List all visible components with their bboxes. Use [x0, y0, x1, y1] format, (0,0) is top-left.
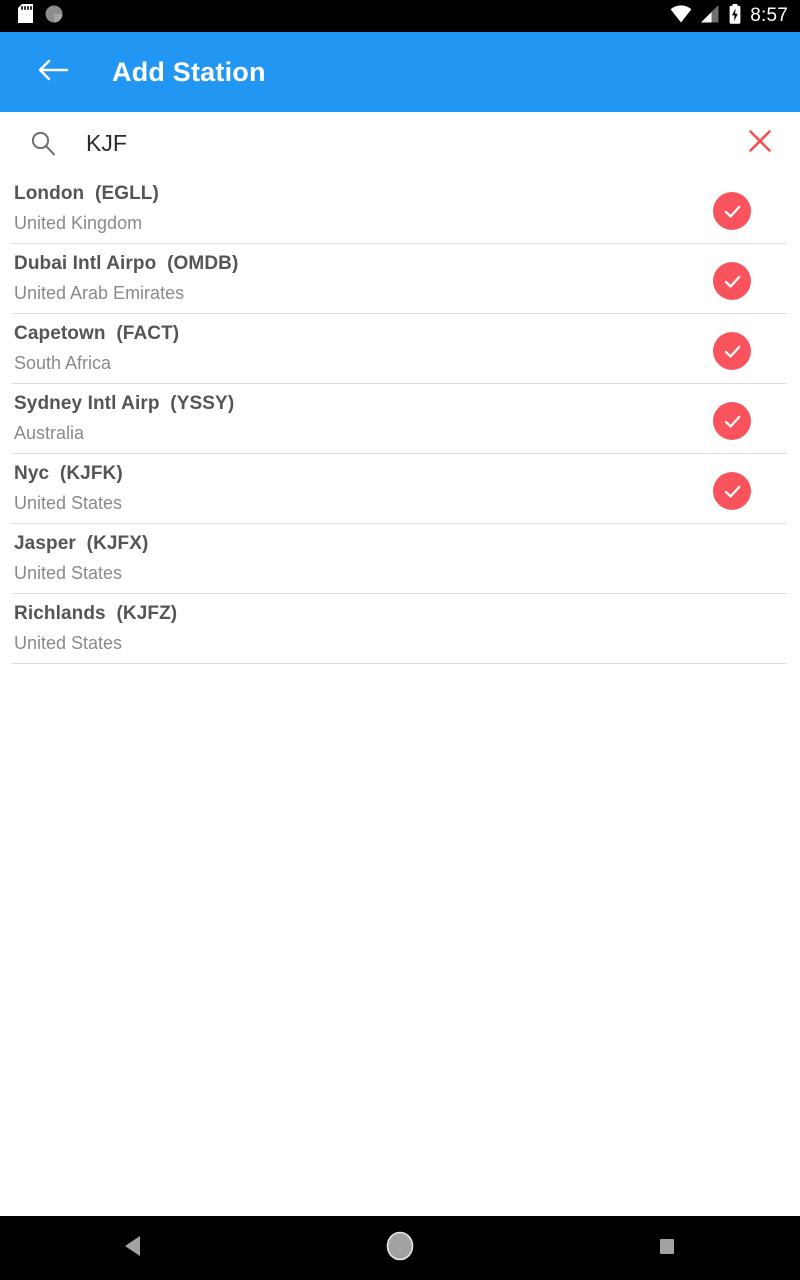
table-row[interactable]: Jasper (KJFX) United States	[0, 524, 800, 594]
wifi-icon	[670, 4, 692, 28]
selected-check-badge[interactable]	[713, 402, 751, 440]
station-icao-code: (EGLL)	[95, 183, 159, 204]
row-divider	[12, 663, 787, 664]
check-icon	[724, 415, 740, 428]
check-icon	[724, 345, 740, 358]
table-row[interactable]: Capetown (FACT) South Africa	[0, 314, 800, 384]
nav-back-button[interactable]	[73, 1216, 193, 1280]
home-circle-icon	[386, 1231, 414, 1266]
station-icao-code: (FACT)	[116, 323, 180, 344]
check-icon	[724, 275, 740, 288]
clear-search-button[interactable]	[742, 125, 778, 161]
recents-square-icon	[657, 1235, 677, 1262]
search-bar	[0, 112, 800, 174]
station-city: Capetown	[14, 323, 106, 344]
station-name: Dubai Intl Airpo (OMDB)	[14, 252, 788, 276]
battery-charging-icon	[729, 3, 741, 29]
station-country: United States	[14, 493, 123, 513]
page-title: Add Station	[112, 56, 266, 87]
sd-card-icon	[18, 4, 33, 28]
station-result-list: London (EGLL) United Kingdom Dubai Intl …	[0, 174, 800, 1216]
selected-check-badge[interactable]	[713, 262, 751, 300]
status-bar-clock: 8:57	[750, 4, 788, 26]
station-row-texts: Capetown (FACT) South Africa	[12, 314, 788, 375]
selected-check-badge[interactable]	[713, 332, 751, 370]
station-city: Sydney Intl Airp	[14, 393, 160, 414]
cellular-signal-icon	[701, 4, 720, 28]
station-row-texts: Richlands (KJFZ) United States	[12, 594, 788, 655]
station-city: London	[14, 183, 85, 204]
station-row-texts: Jasper (KJFX) United States	[12, 524, 788, 585]
station-city: Jasper	[14, 533, 76, 554]
station-country: United Kingdom	[14, 213, 143, 233]
close-x-icon	[747, 128, 773, 159]
check-icon	[724, 205, 740, 218]
station-country: United States	[14, 563, 123, 583]
nav-home-button[interactable]	[340, 1216, 460, 1280]
station-country: South Africa	[14, 353, 112, 373]
table-row[interactable]: Dubai Intl Airpo (OMDB) United Arab Emir…	[0, 244, 800, 314]
status-bar: 8:57	[0, 0, 800, 32]
station-name: Jasper (KJFX)	[14, 532, 788, 556]
station-city: Richlands	[14, 603, 106, 624]
selected-check-badge[interactable]	[713, 472, 751, 510]
nav-recents-button[interactable]	[607, 1216, 727, 1280]
search-icon	[28, 128, 58, 158]
station-country: Australia	[14, 423, 85, 443]
station-name: London (EGLL)	[14, 182, 788, 206]
back-triangle-icon	[123, 1235, 143, 1262]
station-row-texts: Nyc (KJFK) United States	[12, 454, 788, 515]
station-icao-code: (KJFK)	[59, 463, 123, 484]
table-row[interactable]: Sydney Intl Airp (YSSY) Australia	[0, 384, 800, 454]
station-row-texts: Sydney Intl Airp (YSSY) Australia	[12, 384, 788, 445]
android-navigation-bar	[0, 1216, 800, 1280]
back-button[interactable]	[30, 49, 76, 95]
station-name: Sydney Intl Airp (YSSY)	[14, 392, 788, 416]
station-name: Richlands (KJFZ)	[14, 602, 788, 626]
table-row[interactable]: London (EGLL) United Kingdom	[0, 174, 800, 244]
station-name: Nyc (KJFK)	[14, 462, 788, 486]
station-icao-code: (YSSY)	[170, 393, 235, 414]
station-icao-code: (KJFX)	[86, 533, 149, 554]
search-input[interactable]	[86, 129, 742, 157]
status-bar-left-icons	[18, 4, 63, 28]
table-row[interactable]: Nyc (KJFK) United States	[0, 454, 800, 524]
station-row-texts: London (EGLL) United Kingdom	[12, 174, 788, 235]
station-row-texts: Dubai Intl Airpo (OMDB) United Arab Emir…	[12, 244, 788, 305]
station-country: United Arab Emirates	[14, 283, 185, 303]
check-icon	[724, 485, 740, 498]
back-arrow-icon	[38, 58, 69, 87]
sync-circle-icon	[45, 5, 63, 28]
app-root: 8:57 Add Station KJF London (EGLL) Unite…	[0, 0, 800, 1280]
status-bar-right-icons: 8:57	[670, 3, 788, 29]
selected-check-badge[interactable]	[713, 192, 751, 230]
station-icao-code: (OMDB)	[167, 253, 239, 274]
station-country: United States	[14, 633, 123, 653]
station-city: Dubai Intl Airpo	[14, 253, 157, 274]
station-icao-code: (KJFZ)	[116, 603, 178, 624]
app-toolbar: Add Station	[0, 32, 800, 112]
station-name: Capetown (FACT)	[14, 322, 788, 346]
table-row[interactable]: Richlands (KJFZ) United States	[0, 594, 800, 664]
station-city: Nyc	[14, 463, 50, 484]
